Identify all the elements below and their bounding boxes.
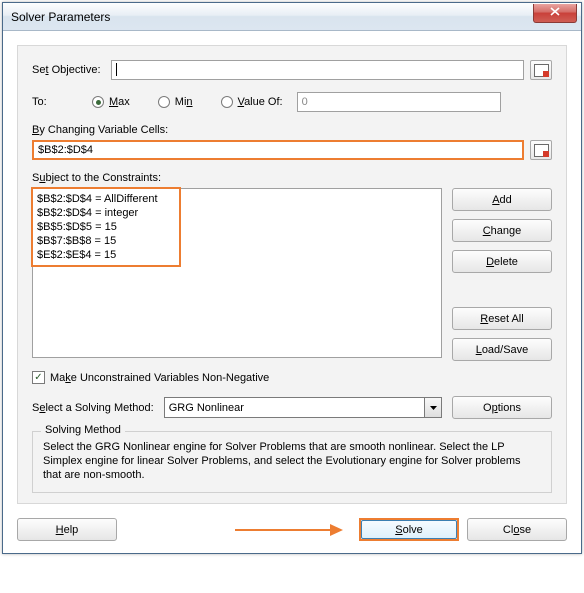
varcells-label: By Changing Variable Cells: (32, 124, 552, 136)
options-button[interactable]: Options (452, 396, 552, 419)
radio-valueof-label: Value Of: (238, 96, 283, 108)
close-icon (550, 7, 560, 19)
reset-all-button[interactable]: Reset All (452, 307, 552, 330)
objective-row: Set Objective: (32, 60, 552, 80)
radio-min[interactable]: Min (158, 96, 193, 108)
list-item[interactable]: $B$7:$B$8 = 15 (37, 234, 437, 248)
variable-cells-input[interactable] (32, 140, 524, 160)
window-title: Solver Parameters (11, 10, 110, 24)
to-label: To: (32, 96, 92, 108)
radio-max-label: Max (109, 96, 130, 108)
objective-input[interactable] (111, 60, 525, 80)
constraint-buttons: Add Change Delete Reset All Load/Save (452, 188, 552, 361)
constraints-label: Subject to the Constraints: (32, 172, 552, 184)
radio-min-label: Min (175, 96, 193, 108)
bottom-button-row: Help Solve Close (17, 518, 567, 541)
checkbox-icon: ✓ (32, 371, 45, 384)
combo-value: GRG Nonlinear (169, 402, 244, 414)
load-save-button[interactable]: Load/Save (452, 338, 552, 361)
close-button[interactable]: Close (467, 518, 567, 541)
nonneg-label: Make Unconstrained Variables Non-Negativ… (50, 372, 269, 384)
radio-max[interactable]: Max (92, 96, 130, 108)
radio-valueof[interactable]: Value Of: (221, 96, 283, 108)
list-item[interactable]: $B$2:$D$4 = integer (37, 206, 437, 220)
nonneg-row[interactable]: ✓ Make Unconstrained Variables Non-Negat… (32, 371, 552, 384)
list-item[interactable]: $B$5:$D$5 = 15 (37, 220, 437, 234)
groupbox-title: Solving Method (41, 424, 125, 436)
change-button[interactable]: Change (452, 219, 552, 242)
constraints-listbox[interactable]: $B$2:$D$4 = AllDifferent $B$2:$D$4 = int… (32, 188, 442, 358)
titlebar[interactable]: Solver Parameters (3, 3, 581, 31)
solve-button[interactable]: Solve (359, 518, 459, 541)
radio-icon (92, 96, 104, 108)
varcells-range-button[interactable] (530, 140, 552, 160)
dialog-body: Set Objective: To: Max Min Value Of: (3, 31, 581, 553)
delete-button[interactable]: Delete (452, 250, 552, 273)
objective-range-button[interactable] (530, 60, 552, 80)
solving-method-combo[interactable]: GRG Nonlinear (164, 397, 442, 418)
chevron-down-icon (424, 398, 441, 417)
varcells-row (32, 140, 552, 160)
range-select-icon (534, 144, 548, 156)
method-row: Select a Solving Method: GRG Nonlinear O… (32, 396, 552, 419)
radio-icon (221, 96, 233, 108)
main-panel: Set Objective: To: Max Min Value Of: (17, 45, 567, 504)
valueof-input[interactable] (297, 92, 501, 112)
add-button[interactable]: Add (452, 188, 552, 211)
annotation-arrow (125, 522, 351, 538)
solver-dialog: Solver Parameters Set Objective: To: Max (2, 2, 582, 554)
list-item[interactable]: $B$2:$D$4 = AllDifferent (37, 192, 437, 206)
method-label: Select a Solving Method: (32, 402, 154, 414)
radio-icon (158, 96, 170, 108)
solving-method-groupbox: Solving Method Select the GRG Nonlinear … (32, 431, 552, 493)
help-button[interactable]: Help (17, 518, 117, 541)
objective-label: Set Objective: (32, 64, 101, 76)
constraints-area: $B$2:$D$4 = AllDifferent $B$2:$D$4 = int… (32, 188, 552, 361)
to-row: To: Max Min Value Of: (32, 92, 552, 112)
range-select-icon (534, 64, 548, 76)
list-item[interactable]: $E$2:$E$4 = 15 (37, 248, 437, 262)
close-window-button[interactable] (533, 4, 577, 23)
solving-method-description: Select the GRG Nonlinear engine for Solv… (43, 440, 541, 482)
